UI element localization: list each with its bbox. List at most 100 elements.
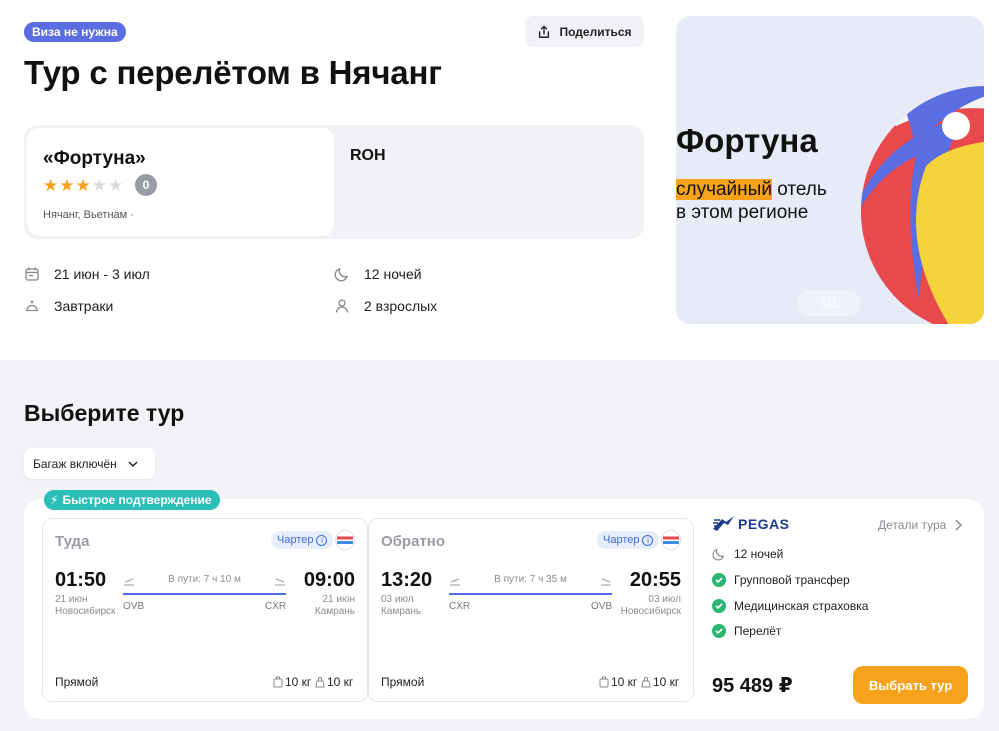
page-title: Тур с перелётом в Нячанг [24, 54, 442, 91]
info-icon: i [316, 534, 328, 546]
hotel-card[interactable]: «Фортуна» ★ ★ ★ ★ ★ 0 Нячанг, Вьетнам · [27, 128, 334, 236]
suitcase-icon [273, 676, 283, 688]
share-icon [539, 25, 550, 38]
star-icon: ★ [75, 176, 91, 195]
check-icon [712, 599, 726, 613]
arrival-city: Камрань [314, 606, 355, 617]
details-label: Детали тура [878, 518, 947, 532]
arrival-date: 21 июн [322, 594, 355, 605]
feature-item: Медицинская страховка [712, 599, 868, 613]
moon-icon [334, 268, 348, 282]
checked-baggage: 10 кг [315, 675, 353, 689]
moon-icon [712, 548, 725, 561]
tour-nights: 12 ночей [712, 547, 783, 561]
arrival-date: 03 июл [648, 594, 681, 605]
bag-icon [641, 677, 651, 688]
airline-logo-icon [335, 530, 355, 550]
suitcase-icon [599, 676, 609, 688]
departure-city: Камрань [381, 606, 422, 617]
star-icon: ★ [91, 176, 107, 195]
baggage-filter-dropdown[interactable]: Багаж включён [24, 448, 155, 479]
beach-ball-image [861, 86, 984, 324]
promo-subtitle: случайный отель в этом регионе [676, 178, 827, 224]
arrival-city: Новосибирск [620, 606, 681, 617]
charter-label: Чартер [277, 534, 314, 546]
share-label: Поделиться [559, 24, 632, 39]
hand-baggage-weight: 10 кг [611, 675, 638, 689]
promo-pager: 1/1 [797, 290, 861, 316]
departure-airport-code: CXR [449, 601, 471, 612]
calendar-icon [25, 267, 39, 281]
flight-type: Прямой [55, 675, 99, 689]
checked-baggage: 10 кг [641, 675, 679, 689]
tour-details-link[interactable]: Детали тура [878, 518, 963, 532]
flight-duration: В пути: 7 ч 35 м [494, 574, 567, 585]
nights-info: 12 ночей [334, 266, 422, 282]
meal-code: RОН [350, 147, 386, 164]
arrival-airport-code: OVB [591, 601, 613, 612]
tour-nights-text: 12 ночей [734, 547, 784, 561]
promo-banner[interactable]: Фортуна случайный отель в этом регионе 1… [676, 16, 984, 324]
star-icon: ★ [59, 176, 75, 195]
lightning-icon: ⚡ [50, 493, 59, 507]
check-icon [712, 573, 726, 587]
meal-text: Завтраки [54, 298, 114, 314]
feature-item: Групповой трансфер [712, 573, 850, 587]
promo-line1-rest: отель [771, 179, 827, 200]
flight-direction-label: Обратно [381, 533, 446, 550]
section-title: Выберите тур [24, 400, 185, 426]
landing-icon [275, 578, 285, 586]
return-flight-card[interactable]: Обратно Чартер i 13:20 03 июл Камрань В … [368, 518, 694, 702]
food-cloche-icon [26, 300, 38, 312]
pegasus-icon [713, 516, 734, 531]
departure-airport-code: OVB [123, 601, 145, 612]
outbound-flight-card[interactable]: Туда Чартер i 01:50 21 июн Новосибирск В… [42, 518, 368, 702]
feature-label: Групповой трансфер [734, 573, 850, 587]
dates-info: 21 июн - 3 июл [24, 266, 150, 282]
promo-line2: в этом регионе [676, 202, 809, 223]
checked-baggage-weight: 10 кг [327, 675, 354, 689]
tour-price: 95 489 ₽ [712, 675, 793, 697]
charter-label: Чартер [603, 534, 640, 546]
departure-date: 03 июл [381, 594, 414, 605]
feature-label: Перелёт [734, 624, 782, 638]
info-icon: i [642, 534, 654, 546]
choose-tour-button[interactable]: Выбрать тур [853, 666, 968, 704]
meal-info: Завтраки [24, 298, 113, 314]
charter-badge[interactable]: Чартер i [597, 531, 660, 549]
departure-date: 21 июн [55, 594, 88, 605]
airline-logo-icon [661, 530, 681, 550]
arrival-time: 09:00 [303, 569, 355, 591]
visa-badge: Виза не нужна [24, 22, 126, 42]
arrival-time: 20:55 [629, 569, 681, 591]
flight-type: Прямой [381, 675, 425, 689]
dates-text: 21 июн - 3 июл [54, 266, 150, 282]
person-icon [335, 299, 349, 313]
nights-text: 12 ночей [364, 266, 422, 282]
guests-info: 2 взрослых [334, 298, 437, 314]
star-icon: ★ [108, 176, 124, 195]
promo-title: Фортуна [676, 122, 818, 159]
departure-time: 01:50 [55, 569, 107, 591]
flight-duration: В пути: 7 ч 10 м [168, 574, 241, 585]
route-line [123, 593, 286, 595]
bag-icon [315, 677, 325, 688]
departure-time: 13:20 [381, 569, 433, 591]
feature-label: Медицинская страховка [734, 599, 869, 613]
checked-baggage-weight: 10 кг [653, 675, 680, 689]
chevron-down-icon [128, 460, 138, 467]
share-button[interactable]: Поделиться [525, 16, 644, 47]
filter-label: Багаж включён [33, 456, 117, 471]
check-icon [712, 624, 726, 638]
landing-icon [601, 578, 611, 586]
operator-logo: PEGAS [712, 515, 790, 533]
operator-name: PEGAS [738, 516, 790, 532]
departure-city: Новосибирск [55, 606, 116, 617]
promo-highlight: случайный [676, 179, 772, 200]
hotel-stars: ★ ★ ★ ★ ★ [43, 177, 123, 195]
feature-item: Перелёт [712, 624, 781, 638]
charter-badge[interactable]: Чартер i [271, 531, 334, 549]
hotel-block: «Фортуна» ★ ★ ★ ★ ★ 0 Нячанг, Вьетнам · … [24, 125, 644, 239]
route-line [449, 593, 612, 595]
star-icon: ★ [43, 176, 59, 195]
